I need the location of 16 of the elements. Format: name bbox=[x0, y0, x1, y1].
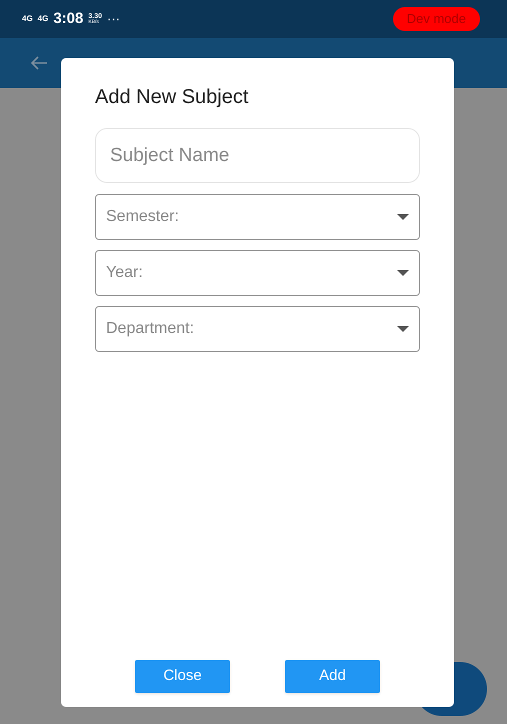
dropdown-field[interactable]: Year: bbox=[95, 250, 420, 296]
signal-label: 4G bbox=[22, 15, 33, 23]
dropdown-field[interactable]: Department: bbox=[95, 306, 420, 352]
dropdown-caret-icon bbox=[397, 270, 409, 276]
dialog-title: Add New Subject bbox=[95, 85, 250, 110]
dialog-button[interactable]: Add bbox=[285, 660, 380, 693]
dialog-button[interactable]: Close bbox=[135, 660, 230, 693]
dropdown-caret-icon bbox=[397, 214, 409, 220]
dropdown-field[interactable]: Semester: bbox=[95, 194, 420, 240]
signal-label: 4G bbox=[38, 15, 48, 23]
more-indicator: ··· bbox=[107, 10, 120, 28]
dev-mode-badge: Dev mode bbox=[392, 7, 480, 31]
clock: 3:08 bbox=[53, 8, 84, 29]
dropdown-caret-icon bbox=[397, 326, 409, 332]
back-arrow-icon[interactable] bbox=[30, 55, 48, 71]
subject-name-field[interactable]: Subject Name bbox=[95, 128, 420, 183]
